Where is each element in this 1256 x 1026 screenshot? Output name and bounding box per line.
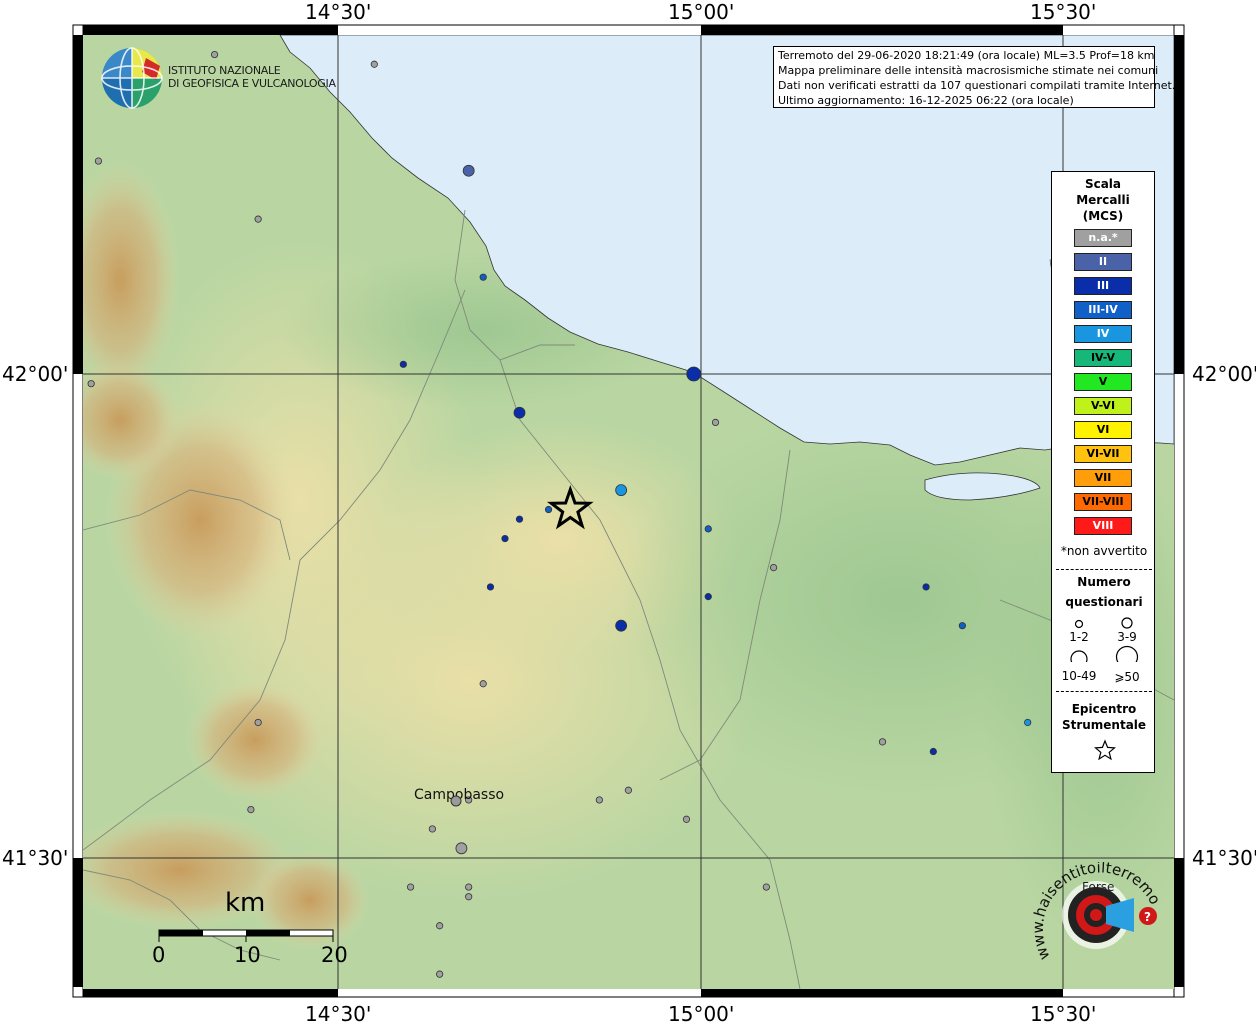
intensity-point: [1024, 718, 1032, 727]
legend-class-vi: VI: [1074, 421, 1132, 439]
intensity-point: [465, 893, 473, 901]
legend-divider: [1056, 569, 1152, 570]
intensity-point: [929, 747, 937, 756]
legend-class-v: V: [1074, 373, 1132, 391]
legend-class-iv: IV: [1074, 325, 1132, 343]
legend-class-iii: III: [1074, 277, 1132, 295]
legend-class-vi-vii: VI-VII: [1074, 445, 1132, 463]
event-info-line-3: Dati non verificati estratti da 107 ques…: [778, 79, 1176, 92]
intensity-point: [436, 922, 444, 930]
intensity-point: [428, 825, 436, 833]
legend-class-vii: VII: [1074, 469, 1132, 487]
institute-line-1: ISTITUTO NAZIONALE: [168, 64, 281, 77]
legend-class-ii: II: [1074, 253, 1132, 271]
intensity-point: [762, 883, 770, 891]
intensity-point: [615, 619, 628, 632]
intensity-point: [515, 515, 524, 523]
legend-class-iv-v: IV-V: [1074, 349, 1132, 367]
legend-divider: [1056, 691, 1152, 692]
lat-label-left-2: 41°30': [2, 846, 69, 870]
legend-class-viii: VIII: [1074, 517, 1132, 535]
haisentito-logo-text: www.haisentitoilterremoto.it Forse: [1030, 862, 1164, 963]
intensity-point: [624, 786, 633, 794]
lat-label-left-1: 42°00': [2, 362, 69, 386]
intensity-point: [254, 215, 262, 223]
size-label-10-49: 10-49: [1061, 669, 1097, 683]
intensity-point: [682, 815, 691, 823]
legend-note: *non avvertito: [1060, 544, 1148, 558]
intensity-point: [52, 816, 58, 822]
intensity-point: [595, 796, 603, 804]
scale-label-10: 10: [234, 943, 261, 967]
intensity-point: [406, 883, 415, 891]
intensity-point: [769, 563, 778, 572]
lon-label-bottom-1: 14°30': [305, 1002, 372, 1026]
lon-label-bottom-3: 15°30': [1030, 1002, 1097, 1026]
intensity-point: [94, 157, 103, 165]
intensity-point: [686, 366, 702, 382]
lon-label-top-3: 15°30': [1030, 0, 1097, 24]
intensity-point: [462, 164, 475, 177]
event-info-box: Terremoto del 29-06-2020 18:21:49 (ora l…: [773, 46, 1176, 108]
institute-name: ISTITUTO NAZIONALE DI GEOFISICA E VULCAN…: [168, 64, 336, 90]
intensity-point: [513, 406, 526, 419]
intensity-point: [878, 738, 887, 746]
intensity-point: [479, 273, 487, 281]
svg-text:www.haisentitoilterremoto.it: www.haisentitoilterremoto.it: [1030, 862, 1164, 963]
intensity-point: [704, 593, 712, 601]
intensity-point: [436, 970, 444, 978]
lat-label-right-1: 42°00': [1192, 362, 1256, 386]
scale-label-0: 0: [152, 943, 166, 967]
size-label-3-9: 3-9: [1117, 630, 1137, 644]
ingv-logo-icon: [101, 47, 163, 109]
intensity-point: [455, 842, 468, 855]
logo-sub-text: Forse: [1082, 880, 1114, 894]
intensity-point: [465, 883, 473, 891]
intensity-point: [501, 534, 509, 543]
legend-epi-title-1: Epicentro: [1071, 702, 1137, 716]
legend-title-2: Mercalli: [1076, 193, 1130, 207]
intensity-point: [399, 360, 407, 368]
legend-title: Scala Mercalli (MCS): [1052, 176, 1154, 224]
size-label-50: ⩾50: [1114, 670, 1140, 684]
legend-class-na: n.a.*: [1074, 229, 1132, 247]
epicenter-legend-icon: [1094, 739, 1116, 761]
lon-label-top-1: 14°30': [305, 0, 372, 24]
lon-label-top-2: 15°00': [668, 0, 735, 24]
intensity-point: [486, 583, 495, 591]
legend-title-1: Scala: [1084, 177, 1122, 191]
legend-quest-title-1: Numero: [1077, 575, 1131, 589]
legend-class-vii-viii: VII-VIII: [1074, 493, 1132, 511]
intensity-point: [479, 680, 487, 688]
intensity-point: [254, 718, 262, 727]
event-info-line-1: Terremoto del 29-06-2020 18:21:49 (ora l…: [778, 49, 1155, 62]
event-info-line-4: Ultimo aggiornamento: 16-12-2025 06:22 (…: [778, 94, 1074, 107]
institute-line-2: DI GEOFISICA E VULCANOLOGIA: [168, 77, 336, 90]
event-info-line-2: Mappa preliminare delle intensità macros…: [778, 64, 1159, 77]
scale-label-20: 20: [321, 943, 348, 967]
city-marker-icon: [450, 795, 462, 807]
scale-unit-label: km: [225, 888, 266, 918]
legend-class-iii-iv: III-IV: [1074, 301, 1132, 319]
intensity-point: [544, 505, 553, 514]
legend-quest-title-2: questionari: [1065, 595, 1143, 609]
intensity-point: [615, 484, 628, 497]
intensity-point: [370, 60, 378, 68]
intensity-point: [704, 525, 712, 533]
lon-label-bottom-2: 15°00': [668, 1002, 735, 1026]
intensity-point: [711, 418, 720, 426]
intensity-point: [922, 583, 930, 591]
intensity-point: [958, 622, 966, 630]
size-label-1-2: 1-2: [1069, 630, 1089, 644]
intensity-point: [210, 50, 219, 59]
intensity-point: [299, 13, 305, 19]
legend-epi-title-2: Strumentale: [1061, 718, 1147, 732]
legend-title-3: (MCS): [1082, 209, 1124, 223]
logo-site-text: www.haisentitoilterremoto.it: [1030, 862, 1164, 963]
lat-label-right-2: 41°30': [1192, 846, 1256, 870]
intensity-point: [87, 380, 95, 388]
intensity-point: [247, 805, 255, 814]
legend-class-v-vi: V-VI: [1074, 397, 1132, 415]
legend: Scala Mercalli (MCS) n.a.* II III III-IV IV I…: [1051, 171, 1155, 773]
